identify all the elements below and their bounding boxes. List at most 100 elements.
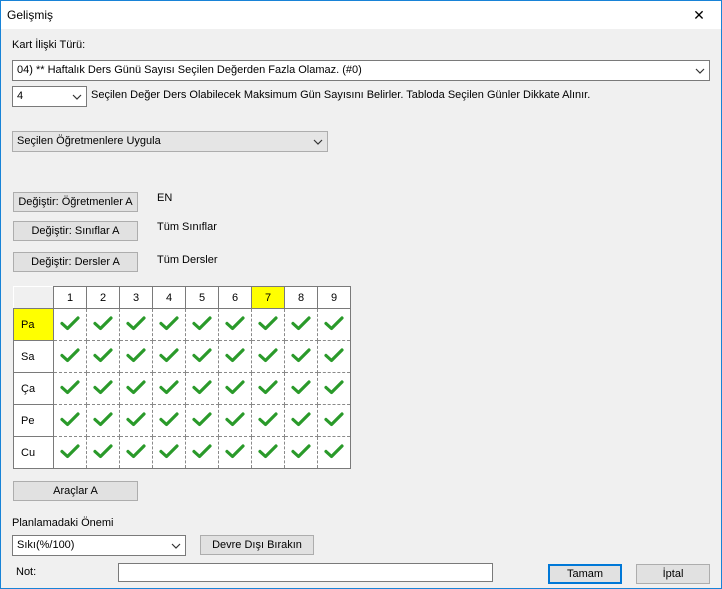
row-header-cu[interactable]: Cu [13, 436, 54, 469]
change-classes-button[interactable]: Değiştir: Sınıflar A [13, 221, 138, 241]
grid-cell[interactable] [218, 372, 252, 405]
grid-cell[interactable] [218, 308, 252, 341]
grid-cell[interactable] [185, 340, 219, 373]
title-bar: Gelişmiş ✕ [1, 1, 721, 29]
check-icon [159, 316, 179, 331]
grid-cell[interactable] [251, 436, 285, 469]
column-header-8[interactable]: 8 [284, 286, 318, 309]
grid-cell[interactable] [251, 308, 285, 341]
column-header-7[interactable]: 7 [251, 286, 285, 309]
grid-cell[interactable] [218, 340, 252, 373]
note-label: Not: [16, 566, 37, 578]
grid-cell[interactable] [218, 404, 252, 437]
change-subjects-button[interactable]: Değiştir: Dersler A [13, 252, 138, 272]
row-header-ça[interactable]: Ça [13, 372, 54, 405]
grid-cell[interactable] [284, 308, 318, 341]
grid-cell[interactable] [185, 436, 219, 469]
grid-row: Pe [13, 404, 351, 437]
grid-cell[interactable] [251, 372, 285, 405]
grid-cell[interactable] [317, 308, 351, 341]
column-header-4[interactable]: 4 [152, 286, 186, 309]
grid-cell[interactable] [317, 372, 351, 405]
grid-cell[interactable] [251, 404, 285, 437]
grid-cell[interactable] [53, 340, 87, 373]
dialog-window: Gelişmiş ✕ Kart İlişki Türü: 04) ** Haft… [0, 0, 722, 589]
grid-cell[interactable] [185, 372, 219, 405]
classes-value: Tüm Sınıflar [157, 221, 217, 233]
grid-cell[interactable] [53, 308, 87, 341]
ok-button[interactable]: Tamam [548, 564, 622, 584]
grid-cell[interactable] [119, 436, 153, 469]
grid-cell[interactable] [119, 372, 153, 405]
grid-cell[interactable] [317, 436, 351, 469]
grid-cell[interactable] [86, 372, 120, 405]
check-icon [192, 380, 212, 395]
check-icon [126, 444, 146, 459]
grid-cell[interactable] [284, 436, 318, 469]
tools-button[interactable]: Araçlar A [13, 481, 138, 501]
grid-cell[interactable] [152, 340, 186, 373]
grid-cell[interactable] [185, 308, 219, 341]
row-header-pa[interactable]: Pa [13, 308, 54, 341]
check-icon [258, 444, 278, 459]
check-icon [126, 380, 146, 395]
column-header-2[interactable]: 2 [86, 286, 120, 309]
grid-cell[interactable] [317, 404, 351, 437]
max-days-select[interactable]: 4 [12, 86, 87, 107]
grid-cell[interactable] [218, 436, 252, 469]
column-header-1[interactable]: 1 [53, 286, 87, 309]
grid-cell[interactable] [152, 308, 186, 341]
grid-row: Cu [13, 436, 351, 469]
grid-corner [13, 286, 54, 309]
grid-cell[interactable] [119, 404, 153, 437]
row-header-pe[interactable]: Pe [13, 404, 54, 437]
max-days-value: 4 [17, 90, 24, 102]
chevron-down-icon [313, 139, 323, 145]
grid-cell[interactable] [284, 372, 318, 405]
relation-type-value: 04) ** Haftalık Ders Günü Sayısı Seçilen… [17, 64, 362, 76]
importance-value: Sıkı(%/100) [17, 539, 75, 551]
grid-cell[interactable] [152, 404, 186, 437]
disable-button[interactable]: Devre Dışı Bırakın [200, 535, 314, 555]
grid-row: Sa [13, 340, 351, 373]
close-button[interactable]: ✕ [677, 1, 721, 29]
grid-cell[interactable] [53, 436, 87, 469]
grid-cell[interactable] [284, 340, 318, 373]
column-header-5[interactable]: 5 [185, 286, 219, 309]
relation-type-select[interactable]: 04) ** Haftalık Ders Günü Sayısı Seçilen… [12, 60, 710, 81]
grid-cell[interactable] [119, 308, 153, 341]
check-icon [324, 380, 344, 395]
grid-cell[interactable] [53, 404, 87, 437]
check-icon [324, 348, 344, 363]
grid-cell[interactable] [251, 340, 285, 373]
note-input[interactable] [118, 563, 493, 582]
grid-cell[interactable] [86, 404, 120, 437]
check-icon [225, 444, 245, 459]
cancel-button[interactable]: İptal [636, 564, 710, 584]
grid-cell[interactable] [86, 308, 120, 341]
check-icon [324, 412, 344, 427]
apply-target-select[interactable]: Seçilen Öğretmenlere Uygula [12, 131, 328, 152]
grid-cell[interactable] [152, 436, 186, 469]
row-header-sa[interactable]: Sa [13, 340, 54, 373]
grid-cell[interactable] [185, 404, 219, 437]
grid-row: Pa [13, 308, 351, 341]
check-icon [93, 444, 113, 459]
check-icon [258, 380, 278, 395]
grid-cell[interactable] [119, 340, 153, 373]
importance-select[interactable]: Sıkı(%/100) [12, 535, 186, 556]
grid-cell[interactable] [152, 372, 186, 405]
check-icon [126, 412, 146, 427]
change-teachers-button[interactable]: Değiştir: Öğretmenler A [13, 192, 138, 212]
apply-target-value: Seçilen Öğretmenlere Uygula [17, 135, 161, 147]
grid-cell[interactable] [53, 372, 87, 405]
grid-cell[interactable] [317, 340, 351, 373]
grid-cell[interactable] [86, 436, 120, 469]
column-header-6[interactable]: 6 [218, 286, 252, 309]
check-icon [60, 348, 80, 363]
grid-cell[interactable] [284, 404, 318, 437]
column-header-3[interactable]: 3 [119, 286, 153, 309]
grid-cell[interactable] [86, 340, 120, 373]
column-header-9[interactable]: 9 [317, 286, 351, 309]
chevron-down-icon [171, 543, 181, 549]
